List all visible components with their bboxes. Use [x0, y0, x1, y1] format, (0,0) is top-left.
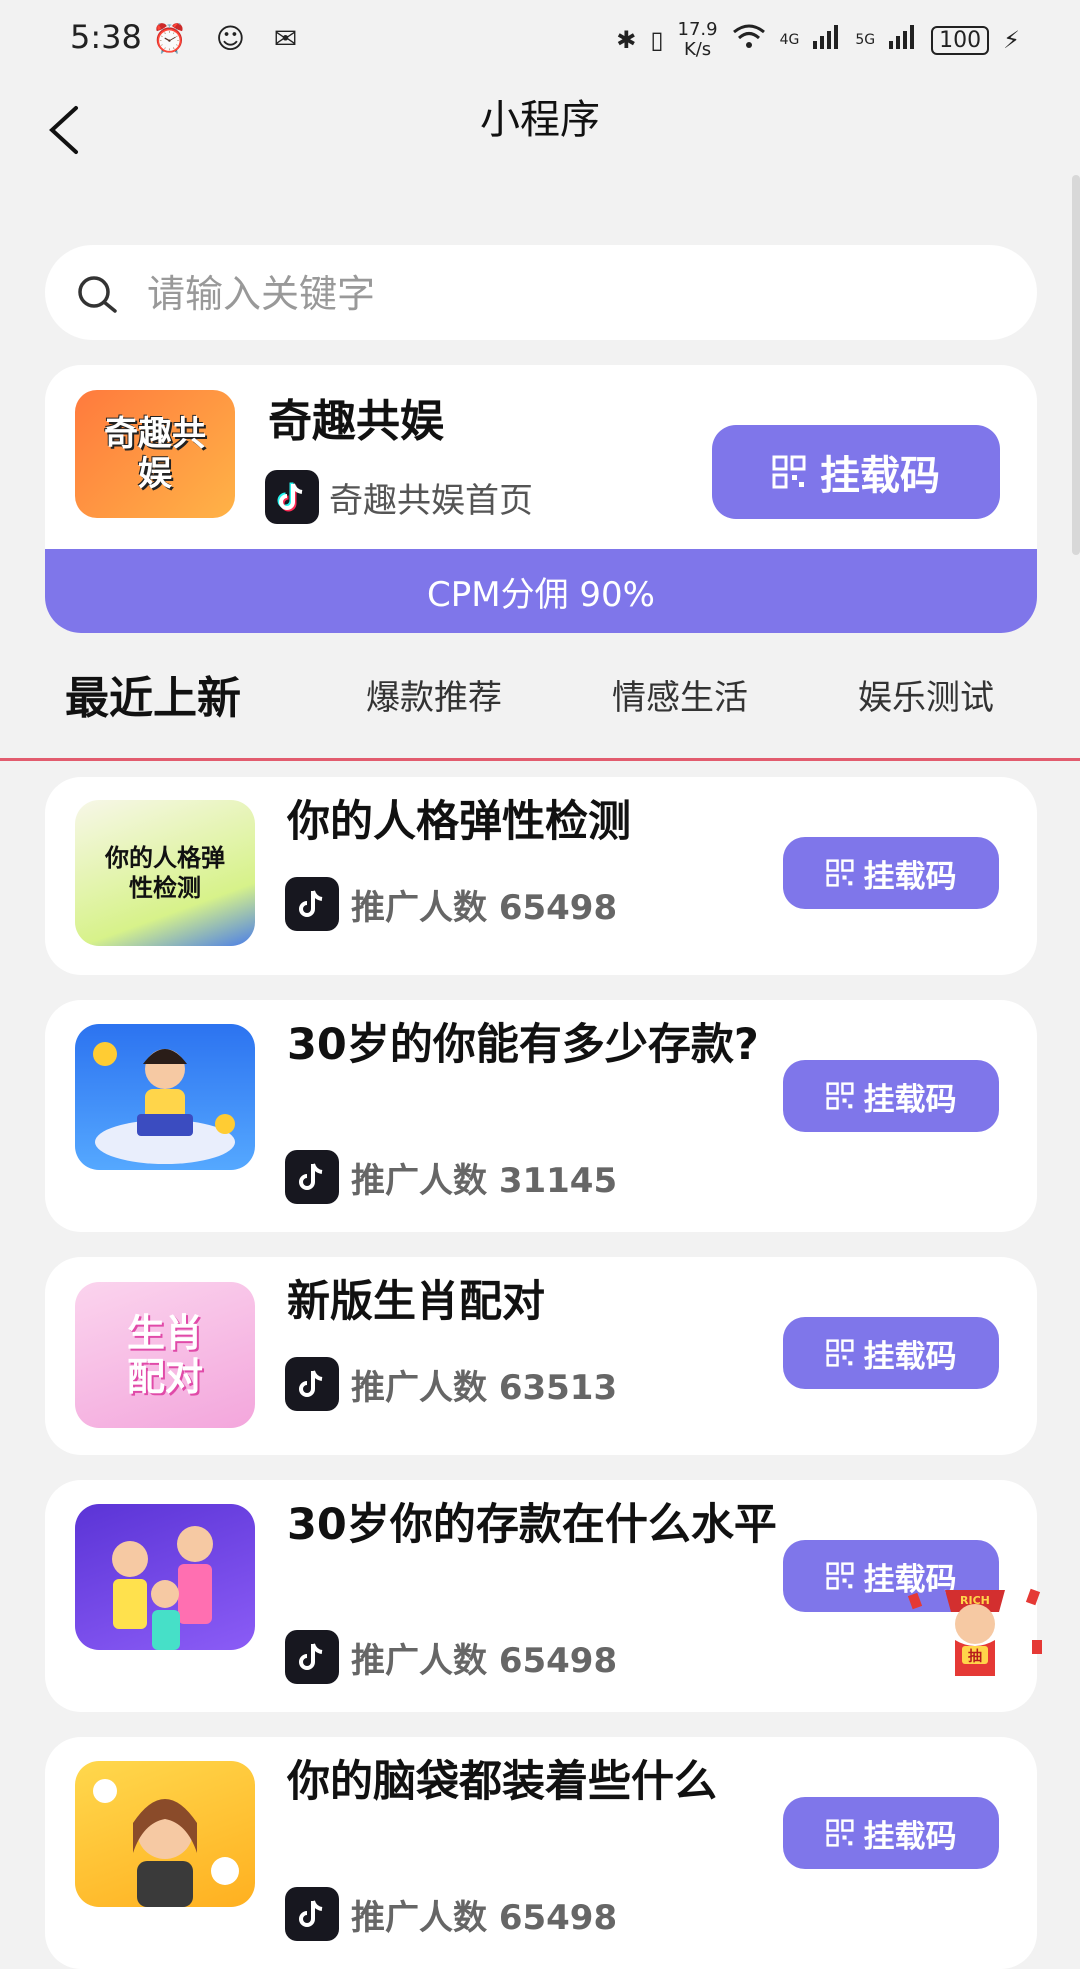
item-thumbnail [75, 1024, 255, 1170]
item-promoters-count: 推广人数 63513 [351, 1367, 618, 1408]
item-promoters-count: 推广人数 65498 [351, 1897, 618, 1938]
nav-bar: 小程序 [0, 90, 1080, 190]
featured-logo-text: 奇趣共娱 [104, 414, 206, 494]
floating-lottery-mascot[interactable]: RICH 抽 [900, 1580, 1050, 1680]
douyin-icon [265, 470, 319, 524]
item-button-label: 挂载码 [863, 858, 957, 895]
item-button-label: 挂载码 [863, 1818, 957, 1855]
item-title: 30岁你的存款在什么水平 [287, 1500, 777, 1550]
category-tabs: 最近上新 爆款推荐 情感生活 娱乐测试 [0, 660, 1080, 760]
vibrate-icon: ▯ [650, 26, 664, 54]
qr-code-icon [772, 455, 806, 489]
qr-code-icon [825, 859, 854, 887]
item-thumbnail: 生肖配对 [75, 1282, 255, 1428]
network-speed: 17.9 K/s [678, 20, 718, 60]
charging-icon: ⚡ [1003, 26, 1020, 54]
item-thumbnail [75, 1761, 255, 1907]
signal-icon [889, 25, 917, 55]
item-mount-code-button[interactable]: 挂载码 [783, 837, 999, 909]
item-stat-row: 推广人数 65498 [285, 1887, 617, 1941]
douyin-icon [285, 1887, 339, 1941]
mascot-hat-text: RICH [960, 1594, 990, 1607]
item-title: 30岁的你能有多少存款? [287, 1020, 759, 1070]
page-title: 小程序 [480, 97, 600, 143]
signal-icon [813, 25, 841, 55]
item-button-label: 挂载码 [863, 1081, 957, 1118]
item-mount-code-button[interactable]: 挂载码 [783, 1797, 999, 1869]
qr-code-icon [825, 1082, 854, 1110]
list-item[interactable]: 你的脑袋都装着些什么 推广人数 65498 挂载码 [45, 1737, 1037, 1969]
featured-title: 奇趣共娱 [268, 396, 444, 447]
tab-hot[interactable]: 爆款推荐 [366, 670, 502, 719]
signal-4g-label: 4G [779, 32, 800, 48]
item-stat-row: 推广人数 65498 [285, 1630, 617, 1684]
item-stat-row: 推广人数 63513 [285, 1357, 617, 1411]
item-promoters-count: 推广人数 31145 [351, 1160, 618, 1201]
person-laptop-illustration [93, 1042, 235, 1164]
item-thumbnail: 你的人格弹性检测 [75, 800, 255, 946]
battery-indicator: 100 [931, 25, 990, 55]
item-stat-row: 推广人数 31145 [285, 1150, 617, 1204]
qr-code-icon [825, 1339, 854, 1367]
tabs-divider [0, 758, 1080, 761]
mascot-lottery-label: 抽 [968, 1649, 982, 1665]
wifi-icon [732, 24, 766, 56]
network-speed-value: 17.9 [677, 19, 718, 40]
bluetooth-icon: ✱ [616, 26, 637, 54]
item-promoters-count: 推广人数 65498 [351, 1640, 618, 1681]
search-input[interactable] [145, 263, 1009, 325]
item-mount-code-button[interactable]: 挂载码 [783, 1317, 999, 1389]
girl-thinking-illustration [93, 1779, 239, 1907]
list-item[interactable]: 你的人格弹性检测 你的人格弹性检测 推广人数 65498 挂载码 [45, 777, 1037, 975]
featured-subtitle: 奇趣共娱首页 [329, 480, 533, 521]
featured-logo: 奇趣共娱 [75, 390, 235, 518]
group-people-illustration [112, 1526, 213, 1650]
network-speed-unit: K/s [683, 39, 712, 60]
qr-code-icon [825, 1819, 854, 1847]
status-right-icons: ✱ ▯ 17.9 K/s 4G 5G 100 ⚡ [616, 20, 1020, 60]
signal-5g-label: 5G [855, 32, 876, 48]
douyin-icon [285, 1357, 339, 1411]
tab-emotion[interactable]: 情感生活 [612, 670, 748, 719]
status-notification-icons: ⏰ ☺ ✉ [152, 22, 308, 55]
item-thumbnail-text: 你的人格弹性检测 [105, 843, 225, 902]
item-title: 你的脑袋都装着些什么 [287, 1757, 717, 1807]
tab-recent[interactable]: 最近上新 [65, 662, 241, 726]
qr-code-icon [825, 1562, 854, 1590]
featured-mount-code-button[interactable]: 挂载码 [712, 425, 1000, 519]
list-item[interactable]: 30岁你的存款在什么水平 推广人数 65498 挂载码 [45, 1480, 1037, 1712]
featured-card[interactable]: 奇趣共娱 奇趣共娱 奇趣共娱首页 挂载码 CPM分佣 90% [45, 365, 1037, 633]
item-mount-code-button[interactable]: 挂载码 [783, 1060, 999, 1132]
list-item[interactable]: 30岁的你能有多少存款? 推广人数 31145 挂载码 [45, 1000, 1037, 1232]
item-button-label: 挂载码 [863, 1338, 957, 1375]
item-thumbnail-text: 生肖配对 [126, 1311, 203, 1399]
tab-entertainment[interactable]: 娱乐测试 [858, 670, 994, 719]
cpm-banner: CPM分佣 90% [45, 549, 1037, 633]
douyin-icon [285, 1150, 339, 1204]
item-promoters-count: 推广人数 65498 [351, 887, 618, 928]
featured-subtitle-row: 奇趣共娱首页 [265, 470, 533, 524]
search-bar[interactable] [45, 245, 1037, 340]
item-thumbnail [75, 1504, 255, 1650]
search-icon [75, 273, 119, 321]
item-title: 新版生肖配对 [287, 1277, 545, 1327]
douyin-icon [285, 1630, 339, 1684]
status-bar: 5:38 ⏰ ☺ ✉ ✱ ▯ 17.9 K/s 4G 5G 100 ⚡ [0, 0, 1080, 90]
item-stat-row: 推广人数 65498 [285, 877, 617, 931]
douyin-icon [285, 877, 339, 931]
scrollbar[interactable] [1072, 175, 1080, 555]
item-title: 你的人格弹性检测 [287, 797, 631, 847]
status-time: 5:38 [70, 18, 142, 56]
list-item[interactable]: 生肖配对 新版生肖配对 推广人数 63513 挂载码 [45, 1257, 1037, 1455]
featured-button-label: 挂载码 [820, 453, 940, 499]
